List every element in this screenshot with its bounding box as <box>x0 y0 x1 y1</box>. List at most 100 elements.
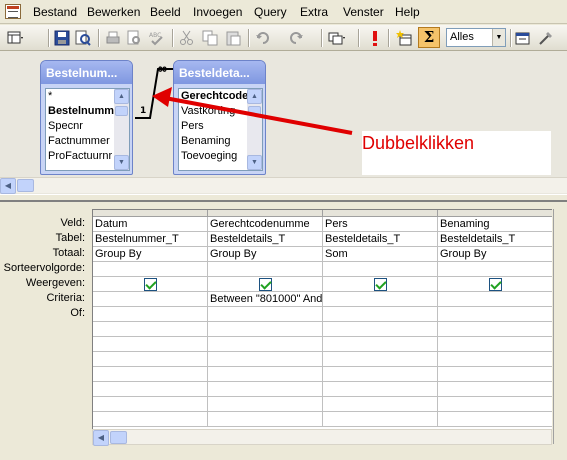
row-label-tabel: Tabel: <box>55 232 85 244</box>
menu-bewerken[interactable]: Bewerken <box>87 5 140 19</box>
menu-query[interactable]: Query <box>254 5 287 19</box>
grid-cell-criteria[interactable] <box>438 292 552 307</box>
grid-cell-empty[interactable] <box>438 367 552 382</box>
grid-cell-empty[interactable] <box>323 382 438 397</box>
grid-cell-field[interactable]: Gerechtcodenumme <box>208 217 323 232</box>
print-icon[interactable] <box>104 29 122 47</box>
grid-cell-sort[interactable] <box>208 262 323 277</box>
grid-cell-field[interactable]: Benaming <box>438 217 552 232</box>
column-selector[interactable] <box>438 210 552 217</box>
grid-cell-total[interactable]: Group By <box>93 247 208 262</box>
grid-cell-empty[interactable] <box>208 322 323 337</box>
grid-cell-empty[interactable] <box>208 367 323 382</box>
query-window-icon[interactable] <box>5 4 21 19</box>
pane-splitter[interactable] <box>0 194 567 202</box>
grid-cell-or[interactable] <box>93 307 208 322</box>
grid-cell-table[interactable]: Besteldetails_T <box>323 232 438 247</box>
redo-icon[interactable] <box>287 29 305 47</box>
grid-cell-show[interactable] <box>208 277 323 292</box>
menu-invoegen[interactable]: Invoegen <box>193 5 242 19</box>
grid-cell-empty[interactable] <box>208 412 323 427</box>
save-icon[interactable] <box>53 29 71 47</box>
scroll-thumb[interactable] <box>17 179 34 192</box>
show-checkbox[interactable] <box>144 278 157 291</box>
scroll-thumb[interactable] <box>110 431 127 444</box>
build-icon[interactable] <box>537 29 555 47</box>
grid-cell-or[interactable] <box>323 307 438 322</box>
grid-cell-sort[interactable] <box>323 262 438 277</box>
grid-cell-table[interactable]: Besteldetails_T <box>208 232 323 247</box>
grid-cell-empty[interactable] <box>93 337 208 352</box>
undo-icon[interactable] <box>254 29 272 47</box>
grid-cell-sort[interactable] <box>438 262 552 277</box>
grid-cell-empty[interactable] <box>93 397 208 412</box>
menu-extra[interactable]: Extra <box>300 5 328 19</box>
menu-bestand[interactable]: Bestand <box>33 5 77 19</box>
menu-help[interactable]: Help <box>395 5 420 19</box>
grid-cell-empty[interactable] <box>438 397 552 412</box>
copy-icon[interactable] <box>201 29 219 47</box>
grid-cell-total[interactable]: Group By <box>438 247 552 262</box>
properties-icon[interactable] <box>514 29 532 47</box>
grid-cell-empty[interactable] <box>323 352 438 367</box>
grid-cell-empty[interactable] <box>438 412 552 427</box>
chevron-down-icon[interactable]: ▼ <box>492 29 505 46</box>
grid-cell-show[interactable] <box>323 277 438 292</box>
grid-cell-or[interactable] <box>438 307 552 322</box>
show-checkbox[interactable] <box>259 278 272 291</box>
paste-icon[interactable] <box>224 29 242 47</box>
query-type-icon[interactable] <box>327 29 345 47</box>
grid-cell-empty[interactable] <box>438 322 552 337</box>
grid-cell-empty[interactable] <box>323 322 438 337</box>
grid-cell-empty[interactable] <box>438 352 552 367</box>
grid-cell-or[interactable] <box>208 307 323 322</box>
scroll-left-icon[interactable]: ◀ <box>0 178 16 194</box>
grid-cell-field[interactable]: Datum <box>93 217 208 232</box>
print-preview-icon[interactable] <box>125 29 143 47</box>
grid-cell-show[interactable] <box>93 277 208 292</box>
totals-button[interactable]: Σ <box>418 27 440 48</box>
grid-cell-empty[interactable] <box>208 352 323 367</box>
grid-cell-empty[interactable] <box>323 397 438 412</box>
grid-cell-empty[interactable] <box>323 337 438 352</box>
grid-cell-sort[interactable] <box>93 262 208 277</box>
grid-cell-criteria[interactable]: Between "801000" And <box>208 292 323 307</box>
cut-icon[interactable] <box>178 29 196 47</box>
grid-cell-table[interactable]: Bestelnummer_T <box>93 232 208 247</box>
file-search-icon[interactable] <box>74 29 92 47</box>
column-selector[interactable] <box>323 210 438 217</box>
grid-cell-empty[interactable] <box>208 337 323 352</box>
show-table-icon[interactable] <box>396 29 414 47</box>
grid-cell-show[interactable] <box>438 277 552 292</box>
grid-cell-field[interactable]: Pers <box>323 217 438 232</box>
menu-beeld[interactable]: Beeld <box>150 5 181 19</box>
grid-cell-total[interactable]: Som <box>323 247 438 262</box>
grid-cell-total[interactable]: Group By <box>208 247 323 262</box>
grid-cell-empty[interactable] <box>323 412 438 427</box>
column-selector[interactable] <box>208 210 323 217</box>
grid-cell-empty[interactable] <box>208 382 323 397</box>
grid-cell-empty[interactable] <box>438 382 552 397</box>
grid-cell-empty[interactable] <box>93 367 208 382</box>
grid-cell-criteria[interactable] <box>323 292 438 307</box>
diagram-horizontal-scrollbar[interactable]: ◀ <box>0 177 567 194</box>
scroll-left-icon[interactable]: ◀ <box>93 430 109 446</box>
view-icon[interactable] <box>6 29 24 47</box>
menu-venster[interactable]: Venster <box>343 5 384 19</box>
grid-cell-empty[interactable] <box>438 337 552 352</box>
show-checkbox[interactable] <box>374 278 387 291</box>
grid-cell-empty[interactable] <box>93 352 208 367</box>
grid-cell-empty[interactable] <box>208 397 323 412</box>
top-values-combo[interactable]: Alles ▼ <box>446 28 506 47</box>
grid-cell-empty[interactable] <box>93 322 208 337</box>
column-selector[interactable] <box>93 210 208 217</box>
show-checkbox[interactable] <box>489 278 502 291</box>
grid-horizontal-scrollbar[interactable]: ◀ <box>92 429 552 446</box>
spelling-icon[interactable]: ABC <box>148 29 166 47</box>
grid-cell-empty[interactable] <box>93 412 208 427</box>
grid-cell-empty[interactable] <box>93 382 208 397</box>
run-icon[interactable] <box>366 29 384 47</box>
grid-cell-criteria[interactable] <box>93 292 208 307</box>
grid-cell-empty[interactable] <box>323 367 438 382</box>
grid-cell-table[interactable]: Besteldetails_T <box>438 232 552 247</box>
